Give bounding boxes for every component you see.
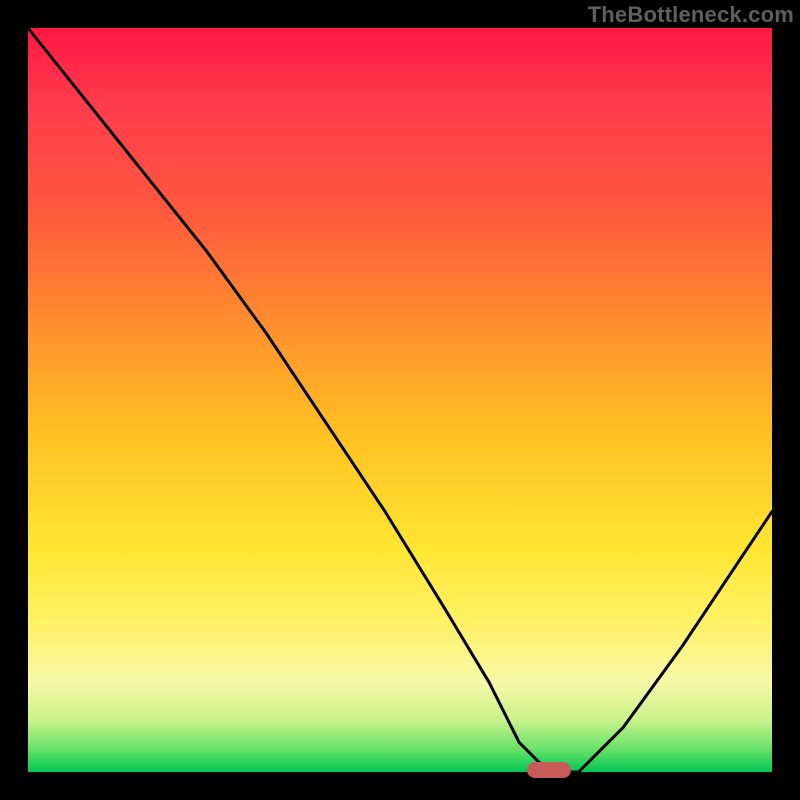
watermark-text: TheBottleneck.com [588, 2, 794, 28]
optimal-marker [527, 762, 572, 778]
bottleneck-curve [28, 28, 772, 772]
curve-path [28, 28, 772, 772]
chart-frame: TheBottleneck.com [0, 0, 800, 800]
plot-area [28, 28, 772, 772]
